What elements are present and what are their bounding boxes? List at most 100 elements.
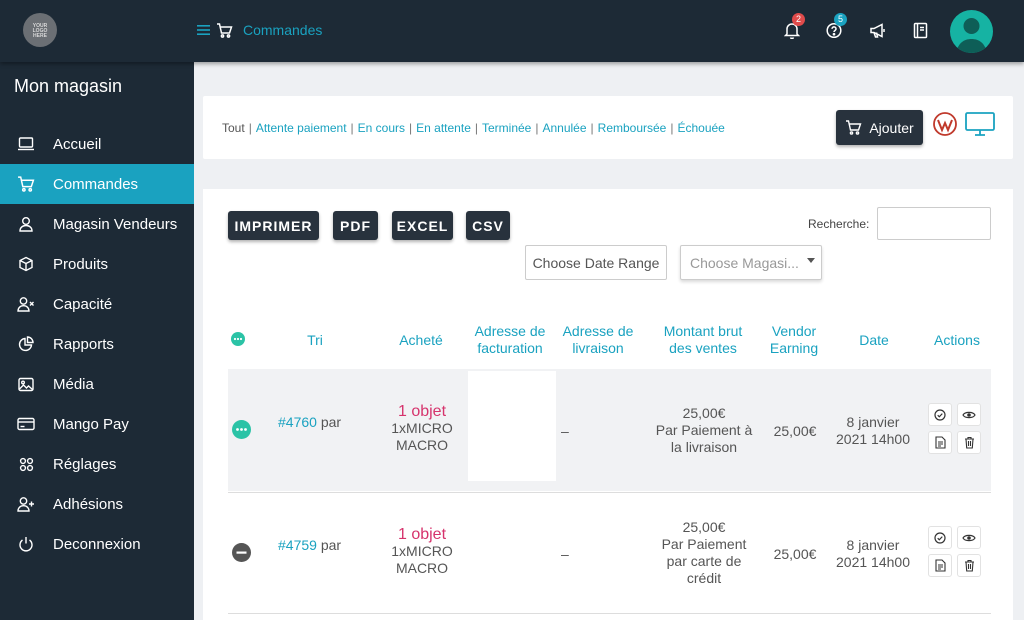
row-details-toggle-icon[interactable] <box>232 420 251 439</box>
filter-en-cours[interactable]: En cours <box>358 121 405 135</box>
document-icon <box>934 559 946 572</box>
filter-remboursee[interactable]: Remboursée <box>598 121 667 135</box>
knowledgebase-button[interactable] <box>913 22 928 44</box>
gross-cell: 25,00€ Par Paiement à la livraison <box>648 405 760 456</box>
monitor-icon[interactable] <box>964 111 996 142</box>
power-icon <box>16 534 36 554</box>
sidebar-item-reglages[interactable]: Réglages <box>0 444 194 484</box>
cart-icon <box>216 22 233 38</box>
sidebar-item-produits[interactable]: Produits <box>0 244 194 284</box>
cart-icon <box>846 120 862 135</box>
product-line-2: MACRO <box>395 560 449 576</box>
sidebar-item-commandes[interactable]: Commandes <box>0 164 194 204</box>
payment-method-line-2: par carte de <box>666 553 742 569</box>
image-icon <box>16 374 36 394</box>
date-range-picker[interactable]: Choose Date Range <box>525 245 667 280</box>
avatar[interactable] <box>950 10 993 53</box>
header-shipping-line-2: livraison <box>572 340 624 356</box>
sidebar-item-label: Média <box>53 375 94 393</box>
logo[interactable]: YOUR LOGO HERE <box>23 13 57 47</box>
filter-attente-paiement[interactable]: Attente paiement <box>256 121 347 135</box>
sidebar-item-label: Produits <box>53 255 109 273</box>
header-date[interactable]: Date <box>848 332 900 349</box>
csv-button[interactable]: CSV <box>466 211 510 240</box>
filter-en-attente[interactable]: En attente <box>416 121 471 135</box>
filter-annulee[interactable]: Annulée <box>542 121 586 135</box>
billing-address <box>468 371 556 481</box>
delete-order-button[interactable] <box>957 431 981 454</box>
sidebar-item-magasin-vendeurs[interactable]: Magasin Vendeurs <box>0 204 194 244</box>
view-order-button[interactable] <box>957 526 981 549</box>
header-gross-line-2: des ventes <box>669 340 737 356</box>
store-name: Mon magasin <box>14 76 123 96</box>
breadcrumb-label[interactable]: Commandes <box>243 22 322 38</box>
sidebar-item-label: Commandes <box>53 175 139 193</box>
payment-method-line-3: crédit <box>686 570 722 586</box>
search-input[interactable] <box>877 207 991 240</box>
sidebar-item-label: Réglages <box>53 455 117 473</box>
excel-button[interactable]: EXCEL <box>392 211 453 240</box>
header-billing-line-1: Adresse de <box>474 323 546 339</box>
pdf-button[interactable]: PDF <box>333 211 378 240</box>
sidebar-item-label: Deconnexion <box>53 535 141 553</box>
announcements-button[interactable] <box>869 22 887 44</box>
date-cell: 8 janvier 2021 14h00 <box>830 537 916 571</box>
shipping-address: – <box>561 546 569 562</box>
user-avatar-icon <box>956 18 987 53</box>
expand-all-icon[interactable] <box>231 332 245 346</box>
order-link[interactable]: #4759 <box>278 537 317 553</box>
sidebar-item-adhesions[interactable]: Adhésions <box>0 484 194 524</box>
settings-icon <box>16 454 36 474</box>
add-order-button[interactable]: Ajouter <box>836 110 923 145</box>
sidebar-item-capacite[interactable]: Capacité <box>0 284 194 324</box>
store-select[interactable]: Choose Magasi... <box>680 245 822 280</box>
order-by: par <box>320 537 342 553</box>
print-button[interactable]: IMPRIMER <box>228 211 319 240</box>
status-filter-bar: Tout | Attente paiement | En cours | En attent… <box>203 96 1013 159</box>
sidebar-item-mango-pay[interactable]: Mango Pay <box>0 404 194 444</box>
sidebar-item-media[interactable]: Média <box>0 364 194 404</box>
order-link[interactable]: #4760 <box>278 414 317 430</box>
user-x-icon <box>16 294 36 314</box>
gross-amount: 25,00€ <box>682 519 726 535</box>
delete-order-button[interactable] <box>957 554 981 577</box>
menu-toggle-icon[interactable] <box>197 24 210 36</box>
bought-cell: 1 objet 1xMICRO MACRO <box>378 403 466 454</box>
objects-count[interactable]: 1 objet <box>398 403 446 420</box>
header-bought-label: Acheté <box>399 332 443 348</box>
chevron-down-icon <box>807 258 815 263</box>
header-shipping: Adresse de livraison <box>557 323 639 357</box>
sidebar-item-label: Accueil <box>53 135 102 153</box>
header-gross-line-1: Montant brut <box>663 323 743 339</box>
objects-count[interactable]: 1 objet <box>398 526 446 543</box>
help-badge: 5 <box>834 13 847 26</box>
filter-echouee[interactable]: Échouée <box>677 121 724 135</box>
view-order-button[interactable] <box>957 403 981 426</box>
box-icon <box>16 254 36 274</box>
filter-tout[interactable]: Tout <box>222 121 245 135</box>
status-filters: Tout | Attente paiement | En cours | En attent… <box>222 121 725 135</box>
sidebar-item-label: Adhésions <box>53 495 124 513</box>
sidebar-item-rapports[interactable]: Rapports <box>0 324 194 364</box>
date-line-1: 8 janvier <box>846 537 900 553</box>
laptop-icon <box>16 134 36 154</box>
header-sort[interactable]: Tri <box>295 332 335 349</box>
invoice-button[interactable] <box>928 554 952 577</box>
sidebar-item-accueil[interactable]: Accueil <box>0 124 194 164</box>
complete-order-button[interactable] <box>928 403 952 426</box>
table-row: #4760 par 1 objet 1xMICRO MACRO – 25,00€… <box>228 369 991 491</box>
wordpress-icon[interactable] <box>933 112 957 141</box>
date-line-2: 2021 14h00 <box>836 554 910 570</box>
table-row: #4759 par 1 objet 1xMICRO MACRO – 25,00€… <box>228 492 991 614</box>
row-collapse-toggle-icon[interactable] <box>232 543 251 562</box>
complete-order-button[interactable] <box>928 526 952 549</box>
cart-icon <box>16 174 36 194</box>
help-button[interactable]: 5 <box>826 13 847 44</box>
store-select-placeholder: Choose Magasi... <box>690 254 799 271</box>
bought-cell: 1 objet 1xMICRO MACRO <box>378 526 466 577</box>
invoice-button[interactable] <box>928 431 952 454</box>
notifications-button[interactable]: 2 <box>783 13 805 44</box>
sidebar-item-deconnexion[interactable]: Deconnexion <box>0 524 194 564</box>
check-circle-icon <box>934 408 946 421</box>
filter-terminee[interactable]: Terminée <box>482 121 531 135</box>
